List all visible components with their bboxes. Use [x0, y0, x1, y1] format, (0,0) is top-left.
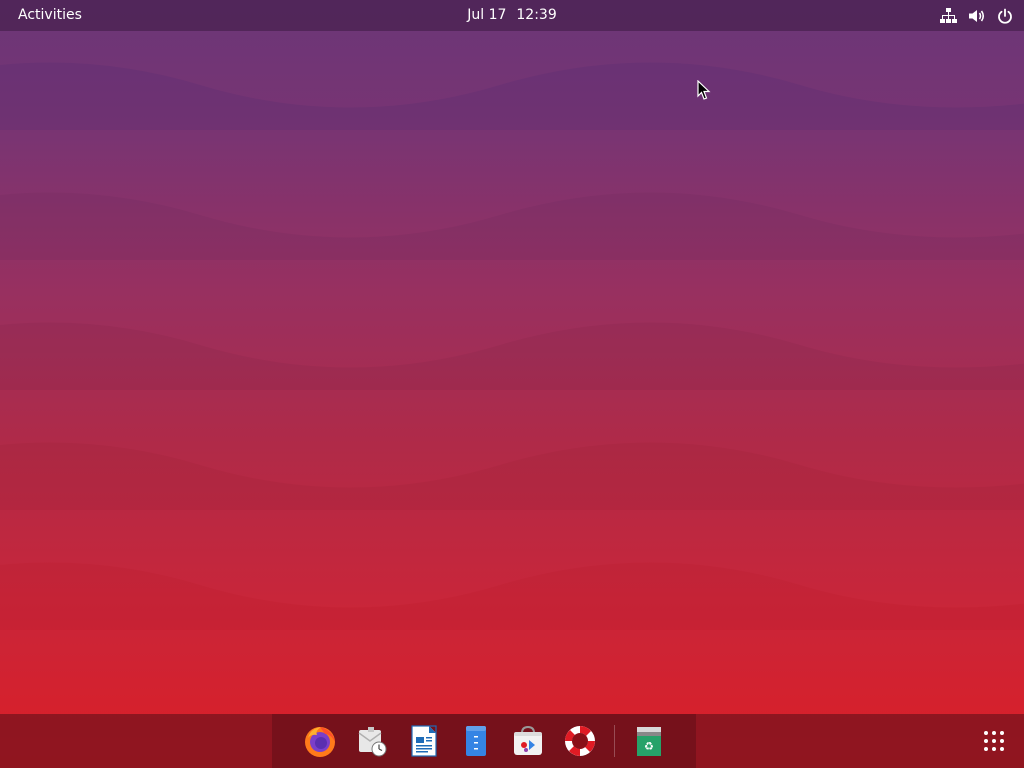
- volume-icon[interactable]: [967, 6, 986, 25]
- firefox-icon: [304, 727, 335, 757]
- bottom-bar: ♻: [0, 714, 1024, 768]
- dock-item-firefox[interactable]: [302, 723, 338, 759]
- trash-recycle-icon: ♻: [636, 727, 661, 756]
- clock: Jul 17 12:39: [0, 0, 1024, 31]
- clock-button[interactable]: Jul 17 12:39: [459, 0, 565, 31]
- wallpaper-wave: [0, 442, 1024, 510]
- mouse-cursor-icon: [697, 80, 711, 100]
- text-editor-icon: [465, 726, 486, 756]
- dock: ♻: [272, 714, 696, 768]
- dock-item-libreoffice-writer[interactable]: [406, 723, 442, 759]
- wallpaper-wave: [0, 62, 1024, 130]
- help-lifebuoy-icon: [564, 726, 595, 756]
- software-store-icon: [513, 725, 542, 755]
- apps-grid-icon[interactable]: [982, 729, 1006, 753]
- dock-separator: [613, 725, 615, 757]
- activities-button[interactable]: Activities: [10, 0, 90, 31]
- mail-clock-icon: [358, 727, 386, 757]
- dock-item-trash[interactable]: ♻: [631, 723, 667, 759]
- wallpaper-wave: [0, 322, 1024, 390]
- clock-date: Jul 17: [467, 7, 507, 23]
- clock-time: 12:39: [516, 7, 557, 23]
- desktop: Activities Jul 17 12:39 ♻: [0, 0, 1024, 768]
- top-bar: Activities Jul 17 12:39: [0, 0, 1024, 31]
- wallpaper-wave: [0, 562, 1024, 630]
- wallpaper-wave: [0, 192, 1024, 260]
- dock-item-text-editor[interactable]: [458, 723, 494, 759]
- dock-item-mail-clock[interactable]: [354, 723, 390, 759]
- power-icon[interactable]: [995, 6, 1014, 25]
- svg-text:♻: ♻: [644, 740, 654, 753]
- libreoffice-writer-icon: [410, 725, 437, 757]
- network-icon[interactable]: [939, 6, 958, 25]
- dock-item-software-store[interactable]: [510, 723, 546, 759]
- system-tray[interactable]: [939, 0, 1014, 31]
- dock-item-help[interactable]: [562, 723, 598, 759]
